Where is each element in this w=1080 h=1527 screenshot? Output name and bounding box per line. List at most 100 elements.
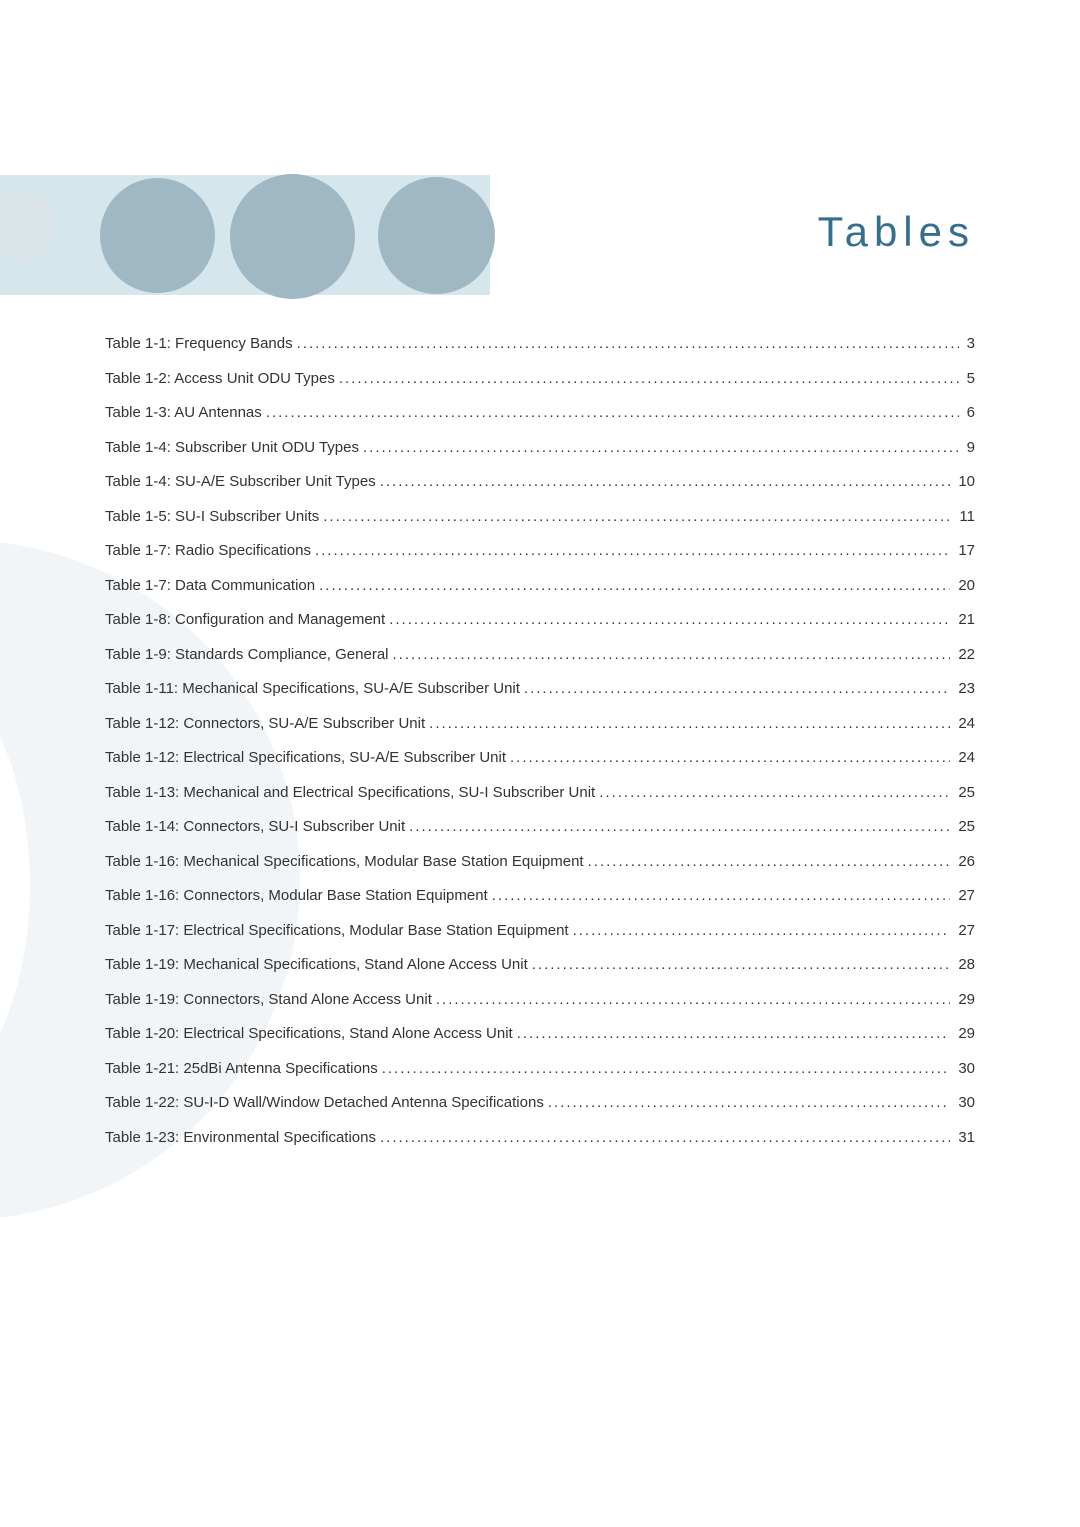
toc-entry-label: Table 1-4: SU-A/E Subscriber Unit Types <box>105 473 376 490</box>
toc-leader-dots <box>315 542 950 559</box>
toc-entry-label: Table 1-7: Data Communication <box>105 577 315 594</box>
toc-entry-page: 23 <box>958 680 975 697</box>
toc-entry-page: 11 <box>959 508 975 525</box>
toc-entry-label: Table 1-14: Connectors, SU-I Subscriber … <box>105 818 405 835</box>
toc-leader-dots <box>599 784 950 801</box>
toc-entry[interactable]: Table 1-9: Standards Compliance, General… <box>105 646 975 663</box>
toc-entry[interactable]: Table 1-20: Electrical Specifications, S… <box>105 1025 975 1042</box>
toc-leader-dots <box>363 439 959 456</box>
toc-entry[interactable]: Table 1-13: Mechanical and Electrical Sp… <box>105 784 975 801</box>
toc-entry-page: 25 <box>958 784 975 801</box>
toc-entry-label: Table 1-17: Electrical Specifications, M… <box>105 922 569 939</box>
toc-entry-label: Table 1-7: Radio Specifications <box>105 542 311 559</box>
toc-entry-page: 27 <box>958 922 975 939</box>
toc-entry-page: 29 <box>958 1025 975 1042</box>
table-of-contents: Table 1-1: Frequency Bands 3 Table 1-2: Ac… <box>105 335 975 1163</box>
toc-entry[interactable]: Table 1-2: Access Unit ODU Types 5 <box>105 370 975 387</box>
toc-leader-dots <box>380 1129 950 1146</box>
toc-entry-label: Table 1-11: Mechanical Specifications, S… <box>105 680 520 697</box>
toc-entry[interactable]: Table 1-12: Connectors, SU-A/E Subscribe… <box>105 715 975 732</box>
toc-leader-dots <box>532 956 951 973</box>
toc-entry-page: 31 <box>958 1129 975 1146</box>
decorative-circle-2 <box>100 178 215 293</box>
toc-entry-label: Table 1-1: Frequency Bands <box>105 335 293 352</box>
toc-leader-dots <box>429 715 950 732</box>
toc-leader-dots <box>319 577 950 594</box>
toc-entry-label: Table 1-13: Mechanical and Electrical Sp… <box>105 784 595 801</box>
toc-entry-page: 26 <box>958 853 975 870</box>
toc-entry-page: 3 <box>967 335 975 352</box>
toc-entry[interactable]: Table 1-7: Radio Specifications 17 <box>105 542 975 559</box>
toc-entry[interactable]: Table 1-4: SU-A/E Subscriber Unit Types 1… <box>105 473 975 490</box>
toc-entry-page: 5 <box>967 370 975 387</box>
decorative-circle-3 <box>230 174 355 299</box>
toc-entry-label: Table 1-16: Mechanical Specifications, M… <box>105 853 584 870</box>
toc-entry-label: Table 1-23: Environmental Specifications <box>105 1129 376 1146</box>
toc-entry-label: Table 1-9: Standards Compliance, General <box>105 646 389 663</box>
page-title: Tables <box>818 208 975 256</box>
toc-entry-label: Table 1-12: Connectors, SU-A/E Subscribe… <box>105 715 425 732</box>
toc-entry[interactable]: Table 1-11: Mechanical Specifications, S… <box>105 680 975 697</box>
toc-leader-dots <box>297 335 959 352</box>
toc-entry-page: 20 <box>958 577 975 594</box>
toc-entry-label: Table 1-2: Access Unit ODU Types <box>105 370 335 387</box>
toc-entry-label: Table 1-20: Electrical Specifications, S… <box>105 1025 513 1042</box>
toc-leader-dots <box>524 680 950 697</box>
toc-entry-page: 9 <box>967 439 975 456</box>
toc-entry[interactable]: Table 1-5: SU-I Subscriber Units 11 <box>105 508 975 525</box>
toc-entry-label: Table 1-12: Electrical Specifications, S… <box>105 749 506 766</box>
toc-entry[interactable]: Table 1-3: AU Antennas 6 <box>105 404 975 421</box>
toc-leader-dots <box>339 370 959 387</box>
toc-leader-dots <box>266 404 959 421</box>
toc-entry-page: 10 <box>958 473 975 490</box>
toc-entry-label: Table 1-22: SU-I-D Wall/Window Detached … <box>105 1094 544 1111</box>
toc-entry-label: Table 1-8: Configuration and Management <box>105 611 385 628</box>
toc-leader-dots <box>436 991 950 1008</box>
toc-leader-dots <box>382 1060 951 1077</box>
toc-leader-dots <box>517 1025 951 1042</box>
toc-entry[interactable]: Table 1-16: Mechanical Specifications, M… <box>105 853 975 870</box>
toc-entry-label: Table 1-21: 25dBi Antenna Specifications <box>105 1060 378 1077</box>
toc-entry-page: 22 <box>958 646 975 663</box>
toc-entry-page: 24 <box>958 749 975 766</box>
toc-leader-dots <box>492 887 951 904</box>
toc-entry-label: Table 1-19: Mechanical Specifications, S… <box>105 956 528 973</box>
decorative-circle-4 <box>378 177 495 294</box>
toc-entry-label: Table 1-4: Subscriber Unit ODU Types <box>105 439 359 456</box>
toc-leader-dots <box>393 646 951 663</box>
toc-entry-page: 25 <box>958 818 975 835</box>
toc-entry-page: 21 <box>958 611 975 628</box>
toc-entry-page: 6 <box>967 404 975 421</box>
toc-entry[interactable]: Table 1-14: Connectors, SU-I Subscriber … <box>105 818 975 835</box>
toc-entry-label: Table 1-16: Connectors, Modular Base Sta… <box>105 887 488 904</box>
toc-leader-dots <box>389 611 950 628</box>
toc-entry-label: Table 1-5: SU-I Subscriber Units <box>105 508 319 525</box>
toc-entry-page: 28 <box>958 956 975 973</box>
toc-entry[interactable]: Table 1-19: Mechanical Specifications, S… <box>105 956 975 973</box>
toc-entry[interactable]: Table 1-4: Subscriber Unit ODU Types 9 <box>105 439 975 456</box>
toc-leader-dots <box>548 1094 950 1111</box>
toc-entry[interactable]: Table 1-22: SU-I-D Wall/Window Detached … <box>105 1094 975 1111</box>
toc-entry-page: 30 <box>958 1094 975 1111</box>
toc-entry[interactable]: Table 1-23: Environmental Specifications… <box>105 1129 975 1146</box>
toc-entry-page: 17 <box>958 542 975 559</box>
toc-leader-dots <box>510 749 950 766</box>
toc-entry-page: 30 <box>958 1060 975 1077</box>
toc-leader-dots <box>323 508 951 525</box>
toc-entry[interactable]: Table 1-1: Frequency Bands 3 <box>105 335 975 352</box>
toc-entry-page: 29 <box>958 991 975 1008</box>
toc-leader-dots <box>588 853 951 870</box>
toc-entry[interactable]: Table 1-19: Connectors, Stand Alone Acce… <box>105 991 975 1008</box>
toc-entry[interactable]: Table 1-17: Electrical Specifications, M… <box>105 922 975 939</box>
toc-leader-dots <box>380 473 951 490</box>
toc-entry[interactable]: Table 1-12: Electrical Specifications, S… <box>105 749 975 766</box>
toc-entry[interactable]: Table 1-7: Data Communication 20 <box>105 577 975 594</box>
toc-entry[interactable]: Table 1-16: Connectors, Modular Base Sta… <box>105 887 975 904</box>
toc-entry-label: Table 1-3: AU Antennas <box>105 404 262 421</box>
toc-leader-dots <box>573 922 951 939</box>
toc-entry[interactable]: Table 1-21: 25dBi Antenna Specifications… <box>105 1060 975 1077</box>
toc-leader-dots <box>409 818 950 835</box>
toc-entry[interactable]: Table 1-8: Configuration and Management 2… <box>105 611 975 628</box>
toc-entry-page: 27 <box>958 887 975 904</box>
toc-entry-label: Table 1-19: Connectors, Stand Alone Acce… <box>105 991 432 1008</box>
